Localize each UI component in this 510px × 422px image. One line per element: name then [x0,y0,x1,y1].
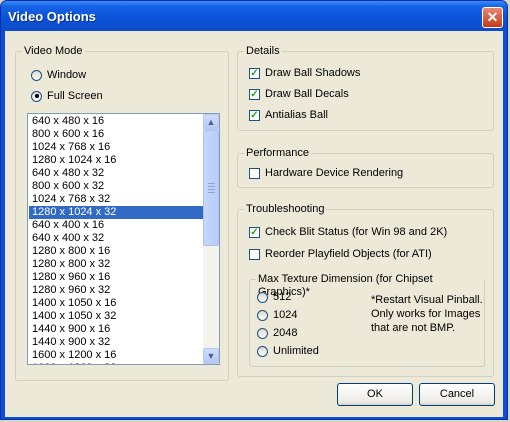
list-scrollbar[interactable]: ▲ ▼ [203,114,219,364]
texture-unlimited-dot[interactable] [257,345,268,357]
resolution-item[interactable]: 1024 x 768 x 16 [29,141,203,154]
texture-512-label: 512 [273,291,292,303]
reorder-objects-label: Reorder Playfield Objects (for ATI) [265,248,432,260]
checkmark-icon[interactable]: ✓ [249,88,260,100]
resolution-items: 640 x 480 x 16 800 x 600 x 16 1024 x 768 x… [29,115,203,364]
draw-ball-decals-checkbox[interactable]: ✓ Draw Ball Decals [249,88,349,100]
resolution-item[interactable]: 1280 x 800 x 16 [29,245,203,258]
texture-2048-radio[interactable]: 2048 [257,327,297,339]
dialog-body: Video Mode Window Full Screen 640 x 480 … [5,31,503,417]
resolution-item[interactable]: 640 x 480 x 16 [29,115,203,128]
resolution-item[interactable]: 1440 x 900 x 32 [29,336,203,349]
resolution-item[interactable]: 640 x 400 x 16 [29,219,203,232]
resolution-item[interactable]: 1600 x 1200 x 16 [29,349,203,362]
checkmark-icon[interactable]: ✓ [249,226,260,238]
hardware-rendering-box[interactable] [249,167,260,179]
details-label: Details [244,45,282,58]
resolution-item[interactable]: 800 x 600 x 32 [29,180,203,193]
scroll-thumb[interactable] [203,130,219,246]
texture-512-radio[interactable]: 512 [257,291,291,303]
reorder-objects-checkbox[interactable]: Reorder Playfield Objects (for ATI) [249,248,432,260]
texture-unlimited-radio[interactable]: Unlimited [257,345,319,357]
texture-unlimited-label: Unlimited [273,345,319,357]
scroll-up-button[interactable]: ▲ [203,114,219,130]
texture-1024-radio[interactable]: 1024 [257,309,297,321]
draw-ball-shadows-checkbox[interactable]: ✓ Draw Ball Shadows [249,67,360,79]
texture-1024-label: 1024 [273,309,298,321]
check-blit-label: Check Blit Status (for Win 98 and 2K) [265,226,448,238]
arrow-down-icon: ▼ [206,351,216,361]
resolution-item[interactable]: 1280 x 800 x 32 [29,258,203,271]
resolution-item[interactable]: 640 x 480 x 32 [29,167,203,180]
arrow-up-icon: ▲ [206,117,216,127]
texture-2048-dot[interactable] [257,327,268,339]
resolution-item[interactable]: 1280 x 1024 x 16 [29,154,203,167]
resolution-item[interactable]: 1024 x 768 x 32 [29,193,203,206]
checkmark-icon[interactable]: ✓ [249,67,260,79]
resolution-item[interactable]: 1280 x 1024 x 32 [29,206,203,219]
close-icon: ✕ [486,9,499,25]
texture-2048-label: 2048 [273,327,298,339]
resolution-item[interactable]: 1440 x 900 x 16 [29,323,203,336]
video-mode-label: Video Mode [22,45,85,58]
draw-ball-shadows-label: Draw Ball Shadows [265,67,361,79]
fullscreen-radio[interactable]: Full Screen [31,90,103,102]
resolution-item[interactable]: 640 x 400 x 32 [29,232,203,245]
close-button[interactable]: ✕ [482,7,503,28]
resolution-item[interactable]: 1400 x 1050 x 16 [29,297,203,310]
window-radio-label: Window [47,69,87,81]
troubleshooting-label: Troubleshooting [244,203,327,216]
ok-button[interactable]: OK [337,383,413,406]
draw-ball-decals-label: Draw Ball Decals [265,88,349,100]
texture-1024-dot[interactable] [257,309,268,321]
reorder-objects-box[interactable] [249,248,260,260]
window-radio[interactable]: Window [31,69,86,81]
title-bar[interactable]: Video Options ✕ [1,1,507,31]
window-radio-dot[interactable] [31,69,42,81]
performance-label: Performance [244,147,311,160]
resolution-item[interactable]: 800 x 600 x 16 [29,128,203,141]
hardware-rendering-label: Hardware Device Rendering [265,167,404,179]
video-options-window: Video Options ✕ Video Mode Window Full S… [0,0,508,420]
antialias-ball-checkbox[interactable]: ✓ Antialias Ball [249,109,328,121]
fullscreen-radio-dot[interactable] [31,90,42,102]
resolution-item[interactable]: 1400 x 1050 x 32 [29,310,203,323]
hardware-rendering-checkbox[interactable]: Hardware Device Rendering [249,167,403,179]
resolution-list[interactable]: 640 x 480 x 16 800 x 600 x 16 1024 x 768 x… [27,113,220,365]
antialias-ball-label: Antialias Ball [265,109,328,121]
window-title: Video Options [8,9,96,24]
resolution-item[interactable]: 1280 x 960 x 16 [29,271,203,284]
resolution-item[interactable]: 1600 x 1200 x 32 [29,362,203,364]
texture-note: *Restart Visual Pinball. Only works for … [371,294,483,334]
checkmark-icon[interactable]: ✓ [249,109,260,121]
texture-512-dot[interactable] [257,291,268,303]
scroll-down-button[interactable]: ▼ [203,348,219,364]
check-blit-checkbox[interactable]: ✓ Check Blit Status (for Win 98 and 2K) [249,226,447,238]
resolution-item[interactable]: 1280 x 960 x 32 [29,284,203,297]
cancel-button[interactable]: Cancel [419,383,495,406]
fullscreen-radio-label: Full Screen [47,90,103,102]
